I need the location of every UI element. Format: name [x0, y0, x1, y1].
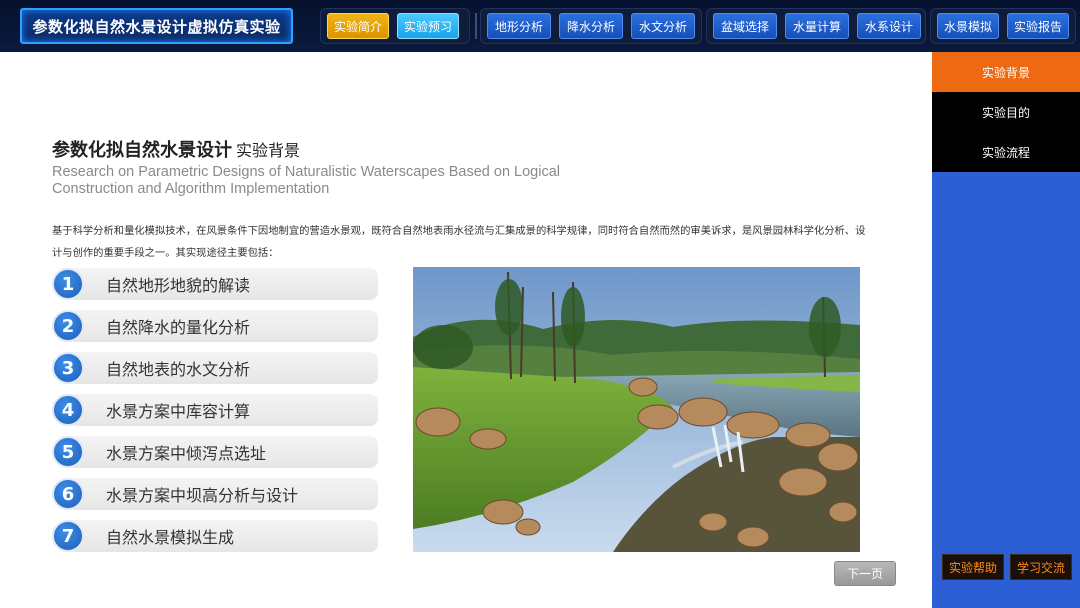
right-sidebar: 实验背景 实验目的 实验流程 实验帮助 学习交流: [932, 52, 1080, 608]
list-item: 6 水景方案中坝高分析与设计: [52, 478, 378, 510]
list-item: 4 水景方案中库容计算: [52, 394, 378, 426]
list-item-label: 水景方案中坝高分析与设计: [106, 486, 299, 505]
list-item: 1 自然地形地貌的解读: [52, 268, 378, 300]
next-page-button[interactable]: 下一页: [834, 561, 896, 586]
number-badge: 2: [52, 310, 84, 342]
list-item: 5 水景方案中倾泻点选址: [52, 436, 378, 468]
nav-button-precipitation-analysis[interactable]: 降水分析: [559, 13, 623, 39]
nav-group-intro: 实验简介 实验预习: [320, 8, 470, 44]
list-item: 3 自然地表的水文分析: [52, 352, 378, 384]
nav-group-analysis: 地形分析 降水分析 水文分析: [480, 8, 702, 44]
nav-button-water-system-design[interactable]: 水系设计: [857, 13, 921, 39]
intro-paragraph: 基于科学分析和量化模拟技术，在风景条件下因地制宜的营造水景观，既符合自然地表雨水…: [52, 225, 866, 259]
number-badge: 6: [52, 478, 84, 510]
nav-group-simulation: 水景模拟 实验报告: [930, 8, 1076, 44]
number-badge: 5: [52, 436, 84, 468]
nav-button-terrain-analysis[interactable]: 地形分析: [487, 13, 551, 39]
sidebar-item-objective[interactable]: 实验目的: [932, 92, 1080, 132]
top-navigation-bar: 参数化拟自然水景设计虚拟仿真实验 实验简介 实验预习 地形分析 降水分析 水文分…: [0, 0, 1080, 52]
exchange-button[interactable]: 学习交流: [1010, 554, 1072, 580]
nav-button-water-calculation[interactable]: 水量计算: [785, 13, 849, 39]
page-title-sub: 实验背景: [236, 141, 301, 160]
waterscape-photo: [413, 267, 860, 552]
nav-group-design: 盆域选择 水量计算 水系设计: [706, 8, 926, 44]
list-item: 7 自然水景模拟生成: [52, 520, 378, 552]
number-badge: 3: [52, 352, 84, 384]
sidebar-item-process[interactable]: 实验流程: [932, 132, 1080, 172]
english-title: Research on Parametric Designs of Natura…: [52, 164, 561, 197]
nav-button-intro[interactable]: 实验简介: [327, 13, 389, 39]
list-item: 2 自然降水的量化分析: [52, 310, 378, 342]
number-badge: 1: [52, 268, 84, 300]
nav-button-report[interactable]: 实验报告: [1007, 13, 1069, 39]
nav-button-preview[interactable]: 实验预习: [397, 13, 459, 39]
page-title-main: 参数化拟自然水景设计: [52, 140, 232, 161]
number-badge: 4: [52, 394, 84, 426]
app-title: 参数化拟自然水景设计虚拟仿真实验: [20, 8, 293, 44]
nav-button-waterscape-simulation[interactable]: 水景模拟: [937, 13, 999, 39]
list-item-label: 水景方案中库容计算: [106, 402, 251, 421]
sidebar-item-background[interactable]: 实验背景: [932, 52, 1080, 92]
waterscape-illustration: [413, 267, 860, 552]
list-item-label: 水景方案中倾泻点选址: [106, 444, 267, 463]
list-item-label: 自然降水的量化分析: [106, 318, 251, 337]
nav-button-hydrology-analysis[interactable]: 水文分析: [631, 13, 695, 39]
help-button[interactable]: 实验帮助: [942, 554, 1004, 580]
list-item-label: 自然水景模拟生成: [106, 528, 235, 547]
nav-divider: [475, 13, 477, 39]
number-badge: 7: [52, 520, 84, 552]
nav-button-basin-selection[interactable]: 盆域选择: [713, 13, 777, 39]
page-title: 参数化拟自然水景设计 实验背景: [52, 136, 300, 162]
list-item-label: 自然地表的水文分析: [106, 360, 251, 379]
list-item-label: 自然地形地貌的解读: [106, 276, 251, 295]
